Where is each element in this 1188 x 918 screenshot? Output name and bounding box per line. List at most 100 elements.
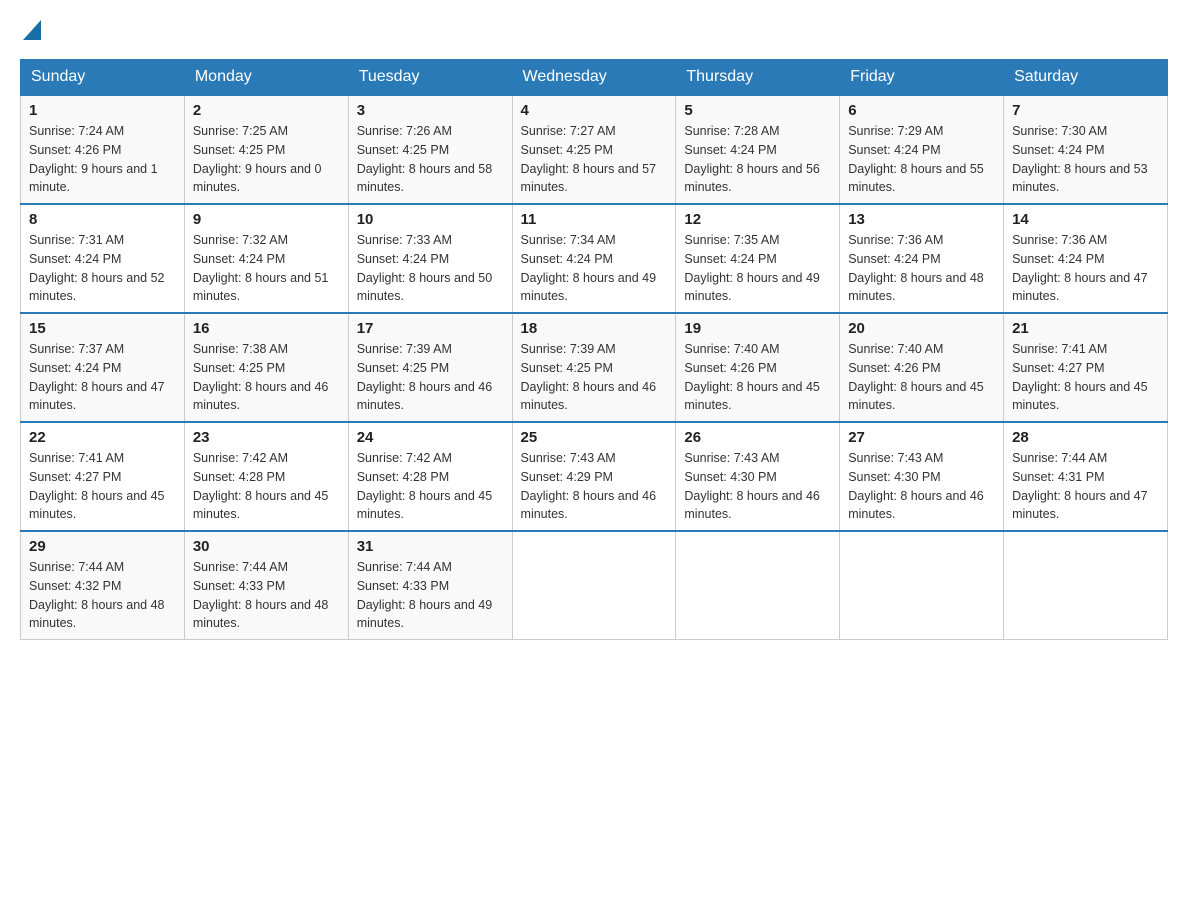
day-cell-15: 15 Sunrise: 7:37 AM Sunset: 4:24 PM Dayl… [21, 313, 185, 422]
day-number: 4 [521, 102, 668, 119]
day-cell-2: 2 Sunrise: 7:25 AM Sunset: 4:25 PM Dayli… [184, 95, 348, 204]
day-number: 15 [29, 320, 176, 337]
day-cell-3: 3 Sunrise: 7:26 AM Sunset: 4:25 PM Dayli… [348, 95, 512, 204]
day-info: Sunrise: 7:29 AM Sunset: 4:24 PM Dayligh… [848, 122, 995, 197]
calendar-table: SundayMondayTuesdayWednesdayThursdayFrid… [20, 59, 1168, 640]
day-info: Sunrise: 7:44 AM Sunset: 4:31 PM Dayligh… [1012, 449, 1159, 524]
day-info: Sunrise: 7:44 AM Sunset: 4:33 PM Dayligh… [357, 558, 504, 633]
day-info: Sunrise: 7:41 AM Sunset: 4:27 PM Dayligh… [29, 449, 176, 524]
day-cell-11: 11 Sunrise: 7:34 AM Sunset: 4:24 PM Dayl… [512, 204, 676, 313]
day-cell-17: 17 Sunrise: 7:39 AM Sunset: 4:25 PM Dayl… [348, 313, 512, 422]
day-number: 26 [684, 429, 831, 446]
week-row-3: 15 Sunrise: 7:37 AM Sunset: 4:24 PM Dayl… [21, 313, 1168, 422]
day-number: 16 [193, 320, 340, 337]
day-number: 8 [29, 211, 176, 228]
day-cell-29: 29 Sunrise: 7:44 AM Sunset: 4:32 PM Dayl… [21, 531, 185, 640]
day-number: 28 [1012, 429, 1159, 446]
empty-cell-4-4 [676, 531, 840, 640]
logo [20, 20, 41, 49]
day-cell-9: 9 Sunrise: 7:32 AM Sunset: 4:24 PM Dayli… [184, 204, 348, 313]
day-number: 7 [1012, 102, 1159, 119]
day-info: Sunrise: 7:42 AM Sunset: 4:28 PM Dayligh… [193, 449, 340, 524]
day-cell-20: 20 Sunrise: 7:40 AM Sunset: 4:26 PM Dayl… [840, 313, 1004, 422]
day-info: Sunrise: 7:42 AM Sunset: 4:28 PM Dayligh… [357, 449, 504, 524]
day-number: 17 [357, 320, 504, 337]
header-sunday: Sunday [21, 60, 185, 96]
day-number: 25 [521, 429, 668, 446]
day-cell-6: 6 Sunrise: 7:29 AM Sunset: 4:24 PM Dayli… [840, 95, 1004, 204]
day-info: Sunrise: 7:36 AM Sunset: 4:24 PM Dayligh… [848, 231, 995, 306]
day-number: 1 [29, 102, 176, 119]
day-cell-31: 31 Sunrise: 7:44 AM Sunset: 4:33 PM Dayl… [348, 531, 512, 640]
day-number: 22 [29, 429, 176, 446]
empty-cell-4-3 [512, 531, 676, 640]
day-number: 6 [848, 102, 995, 119]
day-cell-1: 1 Sunrise: 7:24 AM Sunset: 4:26 PM Dayli… [21, 95, 185, 204]
day-number: 20 [848, 320, 995, 337]
day-cell-18: 18 Sunrise: 7:39 AM Sunset: 4:25 PM Dayl… [512, 313, 676, 422]
header-monday: Monday [184, 60, 348, 96]
header-wednesday: Wednesday [512, 60, 676, 96]
day-info: Sunrise: 7:38 AM Sunset: 4:25 PM Dayligh… [193, 340, 340, 415]
day-info: Sunrise: 7:44 AM Sunset: 4:32 PM Dayligh… [29, 558, 176, 633]
day-number: 9 [193, 211, 340, 228]
empty-cell-4-6 [1004, 531, 1168, 640]
day-cell-24: 24 Sunrise: 7:42 AM Sunset: 4:28 PM Dayl… [348, 422, 512, 531]
day-number: 3 [357, 102, 504, 119]
day-cell-7: 7 Sunrise: 7:30 AM Sunset: 4:24 PM Dayli… [1004, 95, 1168, 204]
day-cell-16: 16 Sunrise: 7:38 AM Sunset: 4:25 PM Dayl… [184, 313, 348, 422]
day-info: Sunrise: 7:28 AM Sunset: 4:24 PM Dayligh… [684, 122, 831, 197]
day-number: 10 [357, 211, 504, 228]
day-number: 30 [193, 538, 340, 555]
week-row-5: 29 Sunrise: 7:44 AM Sunset: 4:32 PM Dayl… [21, 531, 1168, 640]
day-number: 23 [193, 429, 340, 446]
day-number: 19 [684, 320, 831, 337]
day-info: Sunrise: 7:39 AM Sunset: 4:25 PM Dayligh… [521, 340, 668, 415]
day-cell-23: 23 Sunrise: 7:42 AM Sunset: 4:28 PM Dayl… [184, 422, 348, 531]
day-info: Sunrise: 7:27 AM Sunset: 4:25 PM Dayligh… [521, 122, 668, 197]
day-cell-10: 10 Sunrise: 7:33 AM Sunset: 4:24 PM Dayl… [348, 204, 512, 313]
day-info: Sunrise: 7:25 AM Sunset: 4:25 PM Dayligh… [193, 122, 340, 197]
day-cell-28: 28 Sunrise: 7:44 AM Sunset: 4:31 PM Dayl… [1004, 422, 1168, 531]
day-number: 12 [684, 211, 831, 228]
day-info: Sunrise: 7:43 AM Sunset: 4:30 PM Dayligh… [848, 449, 995, 524]
day-number: 11 [521, 211, 668, 228]
day-cell-27: 27 Sunrise: 7:43 AM Sunset: 4:30 PM Dayl… [840, 422, 1004, 531]
day-cell-30: 30 Sunrise: 7:44 AM Sunset: 4:33 PM Dayl… [184, 531, 348, 640]
header-saturday: Saturday [1004, 60, 1168, 96]
header-friday: Friday [840, 60, 1004, 96]
day-cell-14: 14 Sunrise: 7:36 AM Sunset: 4:24 PM Dayl… [1004, 204, 1168, 313]
day-info: Sunrise: 7:33 AM Sunset: 4:24 PM Dayligh… [357, 231, 504, 306]
day-info: Sunrise: 7:41 AM Sunset: 4:27 PM Dayligh… [1012, 340, 1159, 415]
day-cell-5: 5 Sunrise: 7:28 AM Sunset: 4:24 PM Dayli… [676, 95, 840, 204]
day-cell-21: 21 Sunrise: 7:41 AM Sunset: 4:27 PM Dayl… [1004, 313, 1168, 422]
day-info: Sunrise: 7:43 AM Sunset: 4:29 PM Dayligh… [521, 449, 668, 524]
day-info: Sunrise: 7:24 AM Sunset: 4:26 PM Dayligh… [29, 122, 176, 197]
logo-triangle-icon [23, 20, 41, 40]
day-number: 31 [357, 538, 504, 555]
day-info: Sunrise: 7:44 AM Sunset: 4:33 PM Dayligh… [193, 558, 340, 633]
week-row-2: 8 Sunrise: 7:31 AM Sunset: 4:24 PM Dayli… [21, 204, 1168, 313]
day-number: 14 [1012, 211, 1159, 228]
day-cell-19: 19 Sunrise: 7:40 AM Sunset: 4:26 PM Dayl… [676, 313, 840, 422]
logo-block [20, 20, 41, 49]
day-number: 27 [848, 429, 995, 446]
day-info: Sunrise: 7:32 AM Sunset: 4:24 PM Dayligh… [193, 231, 340, 306]
day-info: Sunrise: 7:39 AM Sunset: 4:25 PM Dayligh… [357, 340, 504, 415]
day-info: Sunrise: 7:36 AM Sunset: 4:24 PM Dayligh… [1012, 231, 1159, 306]
day-info: Sunrise: 7:40 AM Sunset: 4:26 PM Dayligh… [848, 340, 995, 415]
empty-cell-4-5 [840, 531, 1004, 640]
page-header [20, 20, 1168, 49]
day-info: Sunrise: 7:31 AM Sunset: 4:24 PM Dayligh… [29, 231, 176, 306]
day-info: Sunrise: 7:35 AM Sunset: 4:24 PM Dayligh… [684, 231, 831, 306]
week-row-1: 1 Sunrise: 7:24 AM Sunset: 4:26 PM Dayli… [21, 95, 1168, 204]
day-cell-4: 4 Sunrise: 7:27 AM Sunset: 4:25 PM Dayli… [512, 95, 676, 204]
header-thursday: Thursday [676, 60, 840, 96]
day-cell-8: 8 Sunrise: 7:31 AM Sunset: 4:24 PM Dayli… [21, 204, 185, 313]
day-number: 18 [521, 320, 668, 337]
day-cell-26: 26 Sunrise: 7:43 AM Sunset: 4:30 PM Dayl… [676, 422, 840, 531]
week-row-4: 22 Sunrise: 7:41 AM Sunset: 4:27 PM Dayl… [21, 422, 1168, 531]
day-info: Sunrise: 7:37 AM Sunset: 4:24 PM Dayligh… [29, 340, 176, 415]
day-info: Sunrise: 7:40 AM Sunset: 4:26 PM Dayligh… [684, 340, 831, 415]
day-number: 21 [1012, 320, 1159, 337]
